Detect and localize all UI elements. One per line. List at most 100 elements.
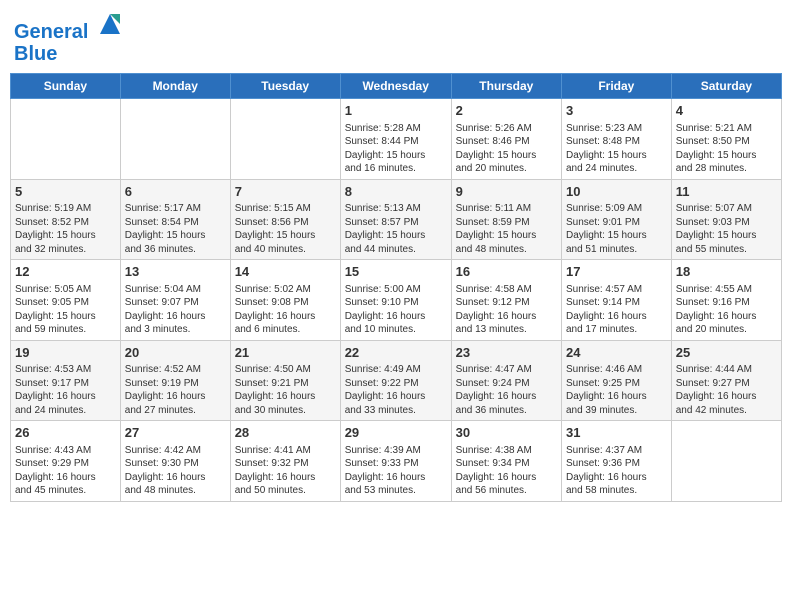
day-number: 10: [566, 183, 667, 201]
day-content: Sunrise: 5:13 AM Sunset: 8:57 PM Dayligh…: [345, 202, 447, 256]
day-cell: 5Sunrise: 5:19 AM Sunset: 8:52 PM Daylig…: [11, 179, 121, 260]
calendar-header: SundayMondayTuesdayWednesdayThursdayFrid…: [11, 74, 782, 99]
calendar-table: SundayMondayTuesdayWednesdayThursdayFrid…: [10, 73, 782, 502]
day-number: 15: [345, 263, 447, 281]
day-number: 1: [345, 102, 447, 120]
day-cell: 22Sunrise: 4:49 AM Sunset: 9:22 PM Dayli…: [340, 340, 451, 421]
day-cell: 26 Sunrise: 4:43 AM Sunset: 9:29 PM Dayli…: [11, 421, 121, 502]
day-content: Sunrise: 5:05 AM Sunset: 9:05 PM Dayligh…: [15, 283, 116, 337]
day-cell: [120, 99, 230, 180]
day-cell: 30 Sunrise: 4:38 AM Sunset: 9:34 PM Dayli…: [451, 421, 561, 502]
day-cell: 23Sunrise: 4:47 AM Sunset: 9:24 PM Dayli…: [451, 340, 561, 421]
day-content: Sunrise: 5:04 AM Sunset: 9:07 PM Dayligh…: [125, 283, 226, 337]
day-cell: [671, 421, 781, 502]
day-cell: 24Sunrise: 4:46 AM Sunset: 9:25 PM Dayli…: [561, 340, 671, 421]
day-cell: 15 Sunrise: 5:00 AM Sunset: 9:10 PM Dayli…: [340, 260, 451, 341]
logo: General Blue: [14, 10, 124, 65]
day-cell: 31Sunrise: 4:37 AM Sunset: 9:36 PM Dayli…: [561, 421, 671, 502]
day-number: 29: [345, 424, 447, 442]
weekday-monday: Monday: [120, 74, 230, 99]
calendar-body: 1Sunrise: 5:28 AM Sunset: 8:44 PM Daylig…: [11, 99, 782, 502]
day-cell: 27Sunrise: 4:42 AM Sunset: 9:30 PM Dayli…: [120, 421, 230, 502]
day-content: Sunrise: 4:38 AM Sunset: 9:34 PM Dayligh…: [456, 444, 557, 498]
day-cell: 2 Sunrise: 5:26 AM Sunset: 8:46 PM Daylig…: [451, 99, 561, 180]
day-cell: 12 Sunrise: 5:05 AM Sunset: 9:05 PM Dayli…: [11, 260, 121, 341]
week-row-3: 12 Sunrise: 5:05 AM Sunset: 9:05 PM Dayli…: [11, 260, 782, 341]
day-cell: 6Sunrise: 5:17 AM Sunset: 8:54 PM Daylig…: [120, 179, 230, 260]
day-number: 3: [566, 102, 667, 120]
day-content: Sunrise: 5:09 AM Sunset: 9:01 PM Dayligh…: [566, 202, 667, 256]
weekday-thursday: Thursday: [451, 74, 561, 99]
day-number: 13: [125, 263, 226, 281]
day-cell: 28 Sunrise: 4:41 AM Sunset: 9:32 PM Dayli…: [230, 421, 340, 502]
weekday-saturday: Saturday: [671, 74, 781, 99]
day-number: 26: [15, 424, 116, 442]
day-content: Sunrise: 4:43 AM Sunset: 9:29 PM Dayligh…: [15, 444, 116, 498]
day-cell: 16Sunrise: 4:58 AM Sunset: 9:12 PM Dayli…: [451, 260, 561, 341]
day-cell: 10Sunrise: 5:09 AM Sunset: 9:01 PM Dayli…: [561, 179, 671, 260]
day-content: Sunrise: 4:44 AM Sunset: 9:27 PM Dayligh…: [676, 363, 777, 417]
day-cell: 7Sunrise: 5:15 AM Sunset: 8:56 PM Daylig…: [230, 179, 340, 260]
day-number: 4: [676, 102, 777, 120]
page-header: General Blue: [10, 10, 782, 65]
day-content: Sunrise: 4:47 AM Sunset: 9:24 PM Dayligh…: [456, 363, 557, 417]
day-content: Sunrise: 5:26 AM Sunset: 8:46 PM Dayligh…: [456, 122, 557, 176]
day-cell: 18Sunrise: 4:55 AM Sunset: 9:16 PM Dayli…: [671, 260, 781, 341]
day-content: Sunrise: 4:58 AM Sunset: 9:12 PM Dayligh…: [456, 283, 557, 337]
day-number: 25: [676, 344, 777, 362]
day-number: 9: [456, 183, 557, 201]
day-number: 11: [676, 183, 777, 201]
logo-icon: [96, 10, 124, 38]
day-number: 28: [235, 424, 336, 442]
day-content: Sunrise: 4:57 AM Sunset: 9:14 PM Dayligh…: [566, 283, 667, 337]
day-number: 30: [456, 424, 557, 442]
day-number: 24: [566, 344, 667, 362]
day-number: 6: [125, 183, 226, 201]
day-cell: 19Sunrise: 4:53 AM Sunset: 9:17 PM Dayli…: [11, 340, 121, 421]
day-content: Sunrise: 4:52 AM Sunset: 9:19 PM Dayligh…: [125, 363, 226, 417]
day-number: 17: [566, 263, 667, 281]
weekday-header-row: SundayMondayTuesdayWednesdayThursdayFrid…: [11, 74, 782, 99]
day-content: Sunrise: 5:19 AM Sunset: 8:52 PM Dayligh…: [15, 202, 116, 256]
day-content: Sunrise: 4:55 AM Sunset: 9:16 PM Dayligh…: [676, 283, 777, 337]
day-number: 2: [456, 102, 557, 120]
day-content: Sunrise: 5:11 AM Sunset: 8:59 PM Dayligh…: [456, 202, 557, 256]
day-content: Sunrise: 4:53 AM Sunset: 9:17 PM Dayligh…: [15, 363, 116, 417]
weekday-wednesday: Wednesday: [340, 74, 451, 99]
day-cell: 13 Sunrise: 5:04 AM Sunset: 9:07 PM Dayli…: [120, 260, 230, 341]
day-number: 20: [125, 344, 226, 362]
day-number: 5: [15, 183, 116, 201]
day-content: Sunrise: 5:07 AM Sunset: 9:03 PM Dayligh…: [676, 202, 777, 256]
day-cell: 9Sunrise: 5:11 AM Sunset: 8:59 PM Daylig…: [451, 179, 561, 260]
day-content: Sunrise: 4:42 AM Sunset: 9:30 PM Dayligh…: [125, 444, 226, 498]
weekday-sunday: Sunday: [11, 74, 121, 99]
weekday-tuesday: Tuesday: [230, 74, 340, 99]
day-cell: 4 Sunrise: 5:21 AM Sunset: 8:50 PM Daylig…: [671, 99, 781, 180]
day-number: 21: [235, 344, 336, 362]
day-content: Sunrise: 4:49 AM Sunset: 9:22 PM Dayligh…: [345, 363, 447, 417]
day-content: Sunrise: 4:41 AM Sunset: 9:32 PM Dayligh…: [235, 444, 336, 498]
day-content: Sunrise: 5:15 AM Sunset: 8:56 PM Dayligh…: [235, 202, 336, 256]
day-cell: 21Sunrise: 4:50 AM Sunset: 9:21 PM Dayli…: [230, 340, 340, 421]
day-number: 7: [235, 183, 336, 201]
day-content: Sunrise: 5:21 AM Sunset: 8:50 PM Dayligh…: [676, 122, 777, 176]
day-content: Sunrise: 4:37 AM Sunset: 9:36 PM Dayligh…: [566, 444, 667, 498]
day-number: 22: [345, 344, 447, 362]
day-number: 8: [345, 183, 447, 201]
day-cell: 1Sunrise: 5:28 AM Sunset: 8:44 PM Daylig…: [340, 99, 451, 180]
day-cell: 11Sunrise: 5:07 AM Sunset: 9:03 PM Dayli…: [671, 179, 781, 260]
day-number: 14: [235, 263, 336, 281]
day-content: Sunrise: 5:00 AM Sunset: 9:10 PM Dayligh…: [345, 283, 447, 337]
weekday-friday: Friday: [561, 74, 671, 99]
logo-blue: Blue: [14, 43, 57, 65]
week-row-4: 19Sunrise: 4:53 AM Sunset: 9:17 PM Dayli…: [11, 340, 782, 421]
day-cell: 14Sunrise: 5:02 AM Sunset: 9:08 PM Dayli…: [230, 260, 340, 341]
day-cell: [11, 99, 121, 180]
day-number: 23: [456, 344, 557, 362]
day-number: 12: [15, 263, 116, 281]
day-cell: 29Sunrise: 4:39 AM Sunset: 9:33 PM Dayli…: [340, 421, 451, 502]
day-number: 19: [15, 344, 116, 362]
week-row-1: 1Sunrise: 5:28 AM Sunset: 8:44 PM Daylig…: [11, 99, 782, 180]
day-content: Sunrise: 5:17 AM Sunset: 8:54 PM Dayligh…: [125, 202, 226, 256]
logo-general: General: [14, 21, 88, 43]
